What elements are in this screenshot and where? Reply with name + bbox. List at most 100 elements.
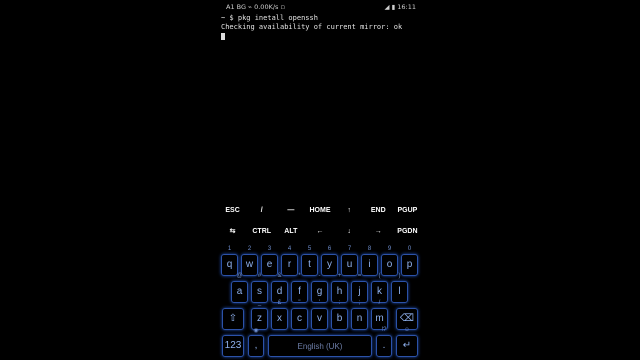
tab-key[interactable]: ⇆ [218,222,247,242]
key-label: e [266,259,273,270]
key-x[interactable]: £ x [271,300,288,330]
key-hint: 8 [367,246,372,252]
key-label: w [245,259,254,270]
keyboard-row-4: 123 ◉ , English (UK) !? . ☺ ↵ [218,327,422,360]
key-label: i [368,259,371,270]
comma-label: , [254,340,258,351]
backspace-icon: ⌫ [399,313,415,324]
status-bar: A1 BG ⌁ 0.00K/s ▫ ◢ ▮ 16:11 [218,0,422,13]
key-label: u [346,259,353,270]
status-right: ◢ ▮ 16:11 [385,3,416,11]
key-label: l [398,286,401,297]
numbers-key[interactable]: 123 [222,335,244,357]
emoji-icon: ☺ [403,327,411,333]
terminal-line: ~ $ pkg inetall openssh [221,14,318,22]
terminal-cursor-line [221,32,421,43]
esc-key[interactable]: ESC [218,201,247,221]
key-label: n [356,313,363,324]
key-label: h [336,286,343,297]
key-hint: 4 [287,246,292,252]
pgup-key[interactable]: PGUP [393,201,422,221]
key-v[interactable]: ' v [311,300,328,330]
end-key[interactable]: END [364,201,393,221]
key-label: f [298,286,301,297]
key-hint: _ [257,300,262,306]
signal-bars-icon: ◢ [384,3,390,11]
key-label: c [297,313,302,324]
key-b[interactable]: :b [331,300,348,330]
key-label: s [257,286,262,297]
shift-icon: ⇧ [228,313,238,324]
key-label: r [287,259,292,270]
key-label: o [386,259,393,270]
mic-icon: ◉ [253,328,259,334]
key-label: a [236,286,243,297]
space-label: English (UK) [297,342,343,351]
carrier-label: A1 BG [226,3,247,11]
key-c[interactable]: " c [291,300,308,330]
key-hint: # [257,273,262,279]
key-label: g [316,286,323,297]
period-key[interactable]: !? . [376,327,392,357]
terminal-cursor [221,33,225,40]
key-label: v [317,313,322,324]
slash-key[interactable]: / [247,201,276,221]
down-arrow-key[interactable]: ↓ [335,222,364,242]
shift-key[interactable]: ⇧ [222,308,244,330]
period-label: . [382,340,386,351]
key-a[interactable]: @ a [231,273,248,303]
key-hint: ' [318,300,321,306]
terminal-output[interactable]: ~ $ pkg inetall openssh Checking availab… [221,14,421,43]
key-label: j [358,286,361,297]
period-hint: !? [381,327,387,333]
net-speed: 0.00K/s [254,3,279,11]
signal-icon: ⌁ [248,3,253,11]
soft-keyboard: 1q2w3e4r5t6y7u8i9o0p @ a # s & d * f - g + h = j(k) l … [218,243,422,360]
key-l[interactable]: ) l [391,273,408,303]
key-hint: + [337,273,342,279]
key-hint: : [338,300,341,306]
enter-icon: ↵ [402,340,412,351]
key-hint: 1 [227,246,232,252]
key-hint: & [277,273,282,279]
space-key[interactable]: English (UK) [268,335,372,357]
key-label: z [257,313,262,324]
key-hint: 6 [327,246,332,252]
comma-key[interactable]: ◉ , [248,328,264,357]
clock: 16:11 [397,3,416,11]
alt-key[interactable]: ALT [276,222,305,242]
key-label: y [327,259,332,270]
key-hint: £ [277,300,282,306]
key-hint: @ [236,273,243,279]
battery-icon: ▮ [391,3,396,11]
battery-saver-icon: ▫ [280,3,285,11]
key-hint: - [318,273,321,279]
key-hint: * [298,273,301,279]
key-hint: = [357,273,362,279]
key-label: q [226,259,233,270]
up-arrow-key[interactable]: ↑ [335,201,364,221]
key-label: p [406,259,413,270]
key-hint: ( [378,273,381,279]
key-label: t [308,259,311,270]
key-label: m [375,313,384,324]
enter-key[interactable]: ☺ ↵ [396,327,418,357]
home-key[interactable]: HOME [305,201,334,221]
key-hint: / [378,300,381,306]
key-hint: 7 [347,246,352,252]
key-n[interactable]: ; n [351,300,368,330]
key-hint: 2 [247,246,252,252]
key-hint: 3 [267,246,272,252]
right-arrow-key[interactable]: → [364,222,393,242]
key-label: b [336,313,343,324]
pgdn-key[interactable]: PGDN [393,222,422,242]
key-label: k [377,286,382,297]
ctrl-key[interactable]: CTRL [247,222,276,242]
left-arrow-key[interactable]: ← [305,222,334,242]
terminal-line: Checking availability of current mirror:… [221,23,403,31]
status-left: A1 BG ⌁ 0.00K/s ▫ [226,3,285,11]
key-hint: 9 [387,246,392,252]
key-hint: 5 [307,246,312,252]
dash-key[interactable]: — [276,201,305,221]
numbers-label: 123 [224,340,242,351]
